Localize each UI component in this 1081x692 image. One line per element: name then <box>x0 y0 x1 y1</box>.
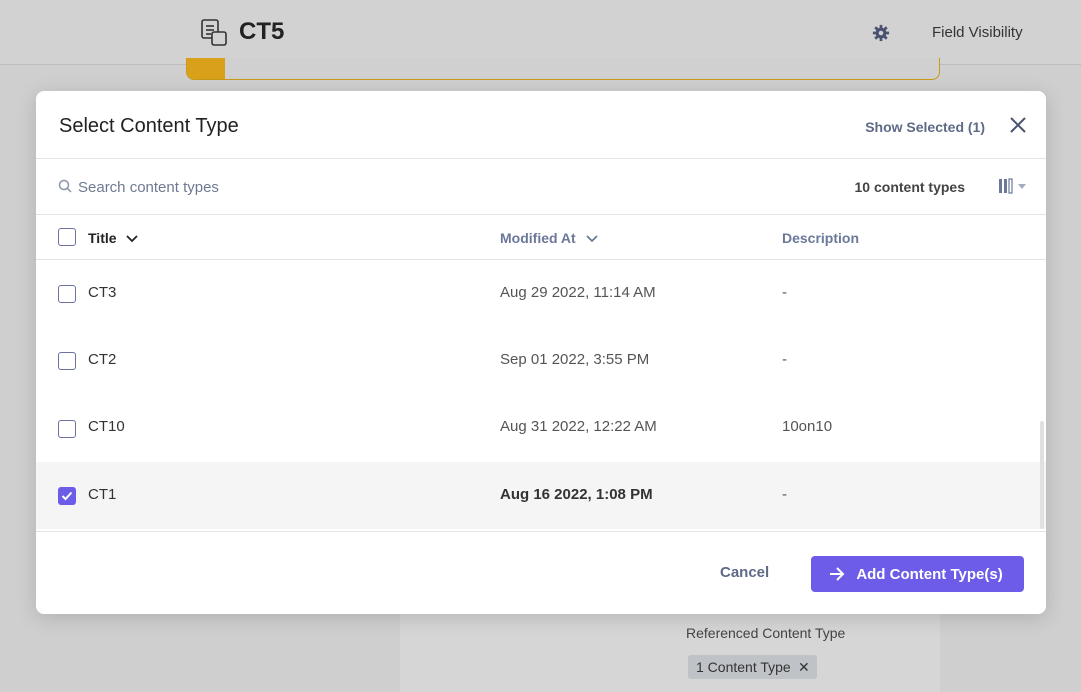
row-checkbox[interactable] <box>58 487 76 505</box>
row-description: 10on10 <box>782 418 833 435</box>
modal-title: Select Content Type <box>59 115 239 137</box>
search-input[interactable] <box>78 173 578 201</box>
content-type-icon <box>201 19 227 46</box>
page-header: CT5 Field Visibility <box>0 0 1081 65</box>
row-checkbox[interactable] <box>58 352 76 370</box>
row-modified: Aug 31 2022, 12:22 AM <box>500 418 657 435</box>
column-toggle-icon[interactable] <box>998 177 1028 195</box>
checkmark-icon <box>61 491 73 501</box>
table-row[interactable]: CT10 Aug 31 2022, 12:22 AM 10on10 <box>36 394 1046 461</box>
add-content-types-button[interactable]: Add Content Type(s) <box>811 556 1024 592</box>
referenced-chip[interactable]: 1 Content Type ✕ <box>688 655 817 679</box>
column-title-label: Title <box>88 230 117 246</box>
modal-header: Select Content Type Show Selected (1) <box>36 91 1046 159</box>
select-all-checkbox[interactable] <box>58 228 76 246</box>
row-title: CT1 <box>88 486 117 503</box>
content-type-count: 10 content types <box>854 179 965 195</box>
field-visibility-link[interactable]: Field Visibility <box>932 24 1023 41</box>
row-description: - <box>782 284 787 301</box>
remove-chip-icon[interactable]: ✕ <box>798 655 810 679</box>
background-panel <box>400 610 940 692</box>
arrow-right-icon <box>830 567 845 581</box>
column-header-title[interactable]: Title <box>88 230 139 246</box>
gear-icon[interactable] <box>872 24 890 42</box>
table-header: Title Modified At Description <box>36 215 1046 260</box>
referenced-chip-label: 1 Content Type <box>696 659 791 675</box>
row-modified: Aug 16 2022, 1:08 PM <box>500 486 653 503</box>
progress-bar <box>186 58 940 80</box>
chevron-down-icon <box>585 235 598 243</box>
referenced-content-type-label: Referenced Content Type <box>686 625 846 641</box>
row-title: CT3 <box>88 284 117 301</box>
row-title: CT2 <box>88 351 117 368</box>
scrollbar[interactable] <box>1040 421 1044 529</box>
column-modified-label: Modified At <box>500 230 576 246</box>
row-description: - <box>782 351 787 368</box>
select-content-type-modal: Select Content Type Show Selected (1) 10… <box>36 91 1046 614</box>
progress-fill <box>187 58 225 79</box>
chevron-down-icon <box>126 235 139 243</box>
column-header-modified[interactable]: Modified At <box>500 230 598 246</box>
table-row[interactable]: CT1 Aug 16 2022, 1:08 PM - <box>36 462 1046 529</box>
row-checkbox[interactable] <box>58 285 76 303</box>
row-checkbox[interactable] <box>58 420 76 438</box>
show-selected-button[interactable]: Show Selected (1) <box>865 119 985 135</box>
row-title: CT10 <box>88 418 125 435</box>
search-bar: 10 content types <box>36 159 1046 215</box>
modal-footer: Cancel Add Content Type(s) <box>36 531 1046 614</box>
row-modified: Sep 01 2022, 3:55 PM <box>500 351 650 368</box>
table-row[interactable]: CT2 Sep 01 2022, 3:55 PM - <box>36 327 1046 394</box>
add-button-label: Add Content Type(s) <box>856 565 1003 583</box>
table-row[interactable]: CT3 Aug 29 2022, 11:14 AM - <box>36 260 1046 327</box>
row-modified: Aug 29 2022, 11:14 AM <box>500 284 656 301</box>
search-icon <box>58 179 72 193</box>
row-description: - <box>782 486 787 503</box>
cancel-button[interactable]: Cancel <box>720 564 769 581</box>
column-header-description: Description <box>782 230 860 246</box>
page-title: CT5 <box>239 18 285 45</box>
close-icon[interactable] <box>1008 115 1028 135</box>
